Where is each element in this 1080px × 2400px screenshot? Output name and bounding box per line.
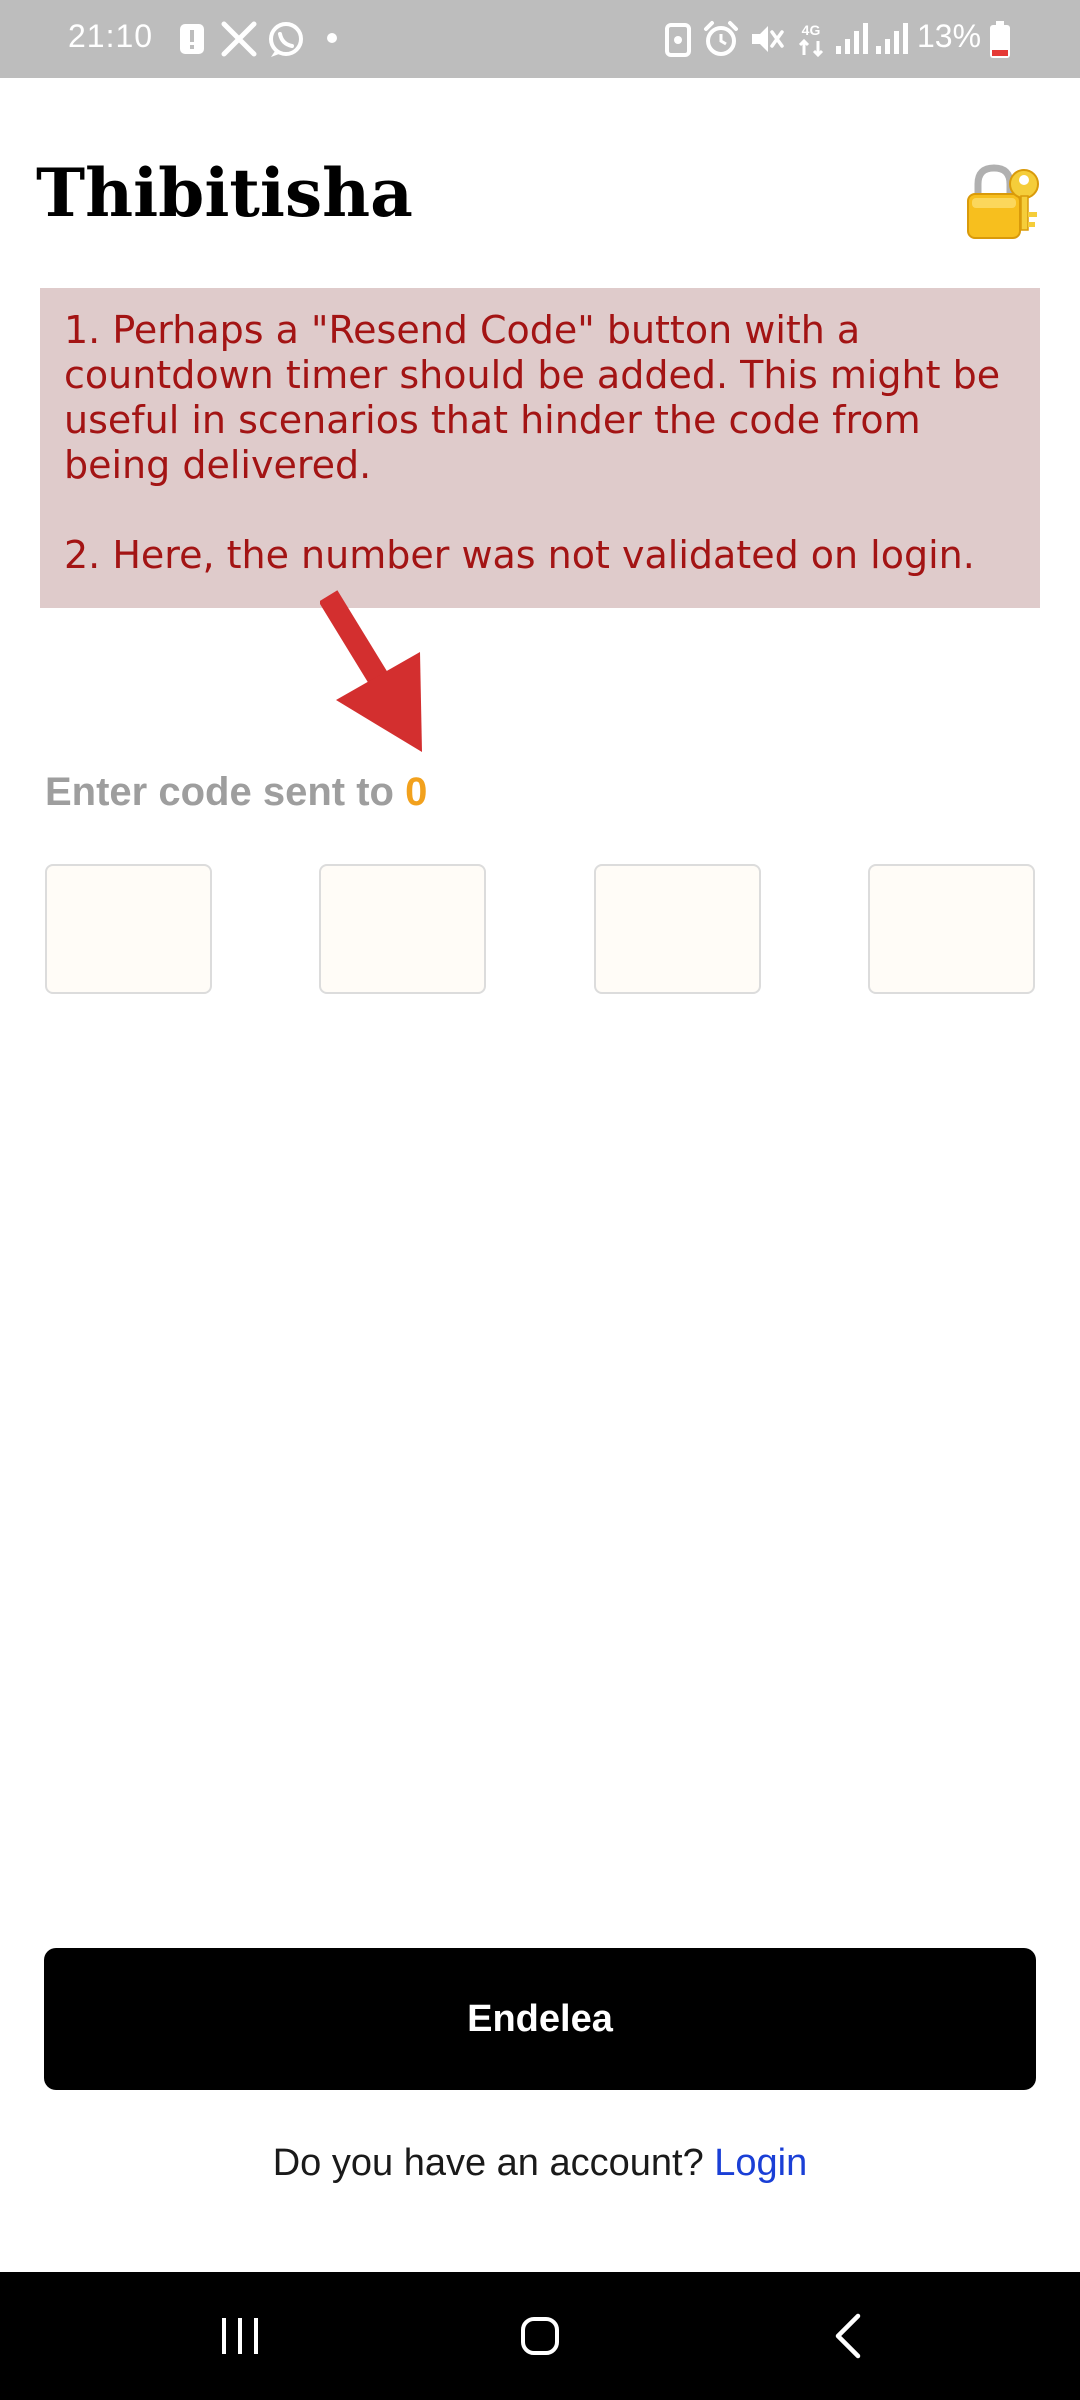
code-digit-input-1[interactable]: [45, 864, 212, 994]
alert-icon: [180, 24, 204, 54]
x-icon: [221, 21, 257, 57]
code-input-group: [45, 864, 1035, 994]
login-link[interactable]: Login: [714, 2142, 807, 2184]
account-question: Do you have an account?: [272, 2142, 715, 2184]
dot-icon: [327, 33, 337, 43]
continue-button-label: Endelea: [467, 1997, 613, 2040]
svg-text:4G: 4G: [802, 22, 821, 38]
annotation-note-2: 2. Here, the number was not validated on…: [64, 533, 975, 577]
nfc-icon: [665, 23, 691, 57]
code-prompt-text: Enter code sent to: [45, 770, 406, 814]
battery-percentage: 13%: [917, 18, 982, 54]
code-digit-input-4[interactable]: [867, 864, 1035, 994]
code-digit-input-3[interactable]: [593, 864, 761, 994]
account-prompt: Do you have an account? Login: [0, 2142, 1080, 2185]
phone-number: 0: [405, 770, 428, 814]
signal-icon: [876, 23, 908, 54]
lock-with-key-icon: [967, 164, 1039, 239]
data-4g-icon: 4G: [798, 22, 824, 58]
code-digit-input-2[interactable]: [319, 864, 487, 994]
back-icon[interactable]: [808, 2272, 888, 2400]
annotation-note-1: 1. Perhaps a "Resend Code" button with a…: [64, 308, 1001, 487]
status-time: 21:10: [68, 18, 154, 54]
continue-button[interactable]: Endelea: [44, 1948, 1036, 2090]
annotation-note: 1. Perhaps a "Resend Code" button with a…: [40, 288, 1040, 608]
whatsapp-icon: [269, 22, 303, 57]
page-title: Thibitisha: [36, 154, 413, 232]
signal-icon: [836, 23, 868, 54]
battery-low-icon: [990, 21, 1010, 58]
recent-apps-icon[interactable]: [200, 2272, 280, 2400]
mute-icon: [752, 26, 784, 52]
code-prompt: Enter code sent to 0: [45, 770, 427, 815]
home-icon[interactable]: [500, 2272, 580, 2400]
annotation-arrow-icon: [320, 590, 422, 752]
navigation-bar: [0, 2272, 1080, 2400]
status-bar: 21:10 4G 13%: [0, 0, 1080, 78]
alarm-icon: [704, 21, 738, 56]
